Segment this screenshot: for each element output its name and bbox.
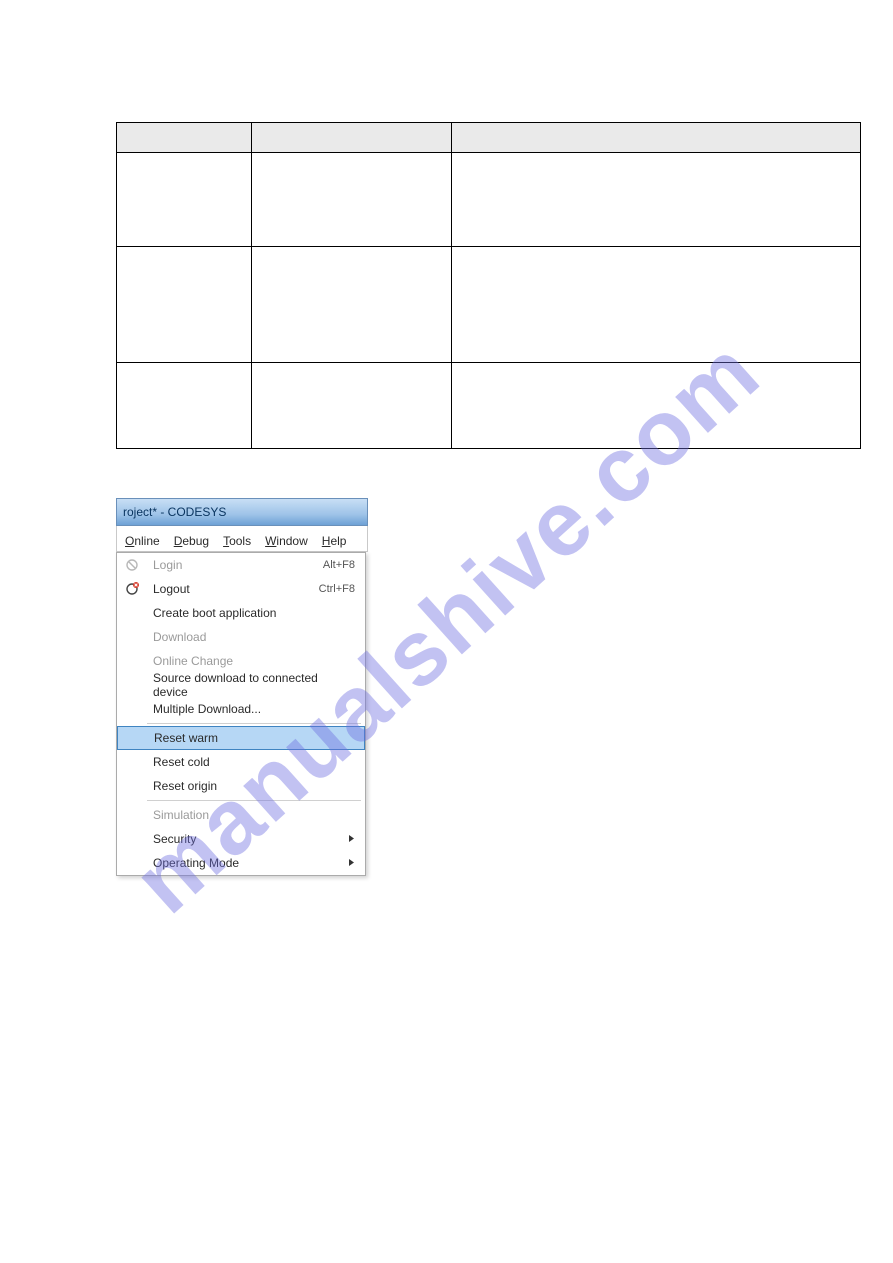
app-screenshot: roject* - CODESYS Online Debug Tools Win… [116, 498, 368, 876]
menu-item-label: Login [153, 558, 182, 572]
menu-item-label: Operating Mode [153, 856, 239, 870]
menu-tools[interactable]: Tools [223, 534, 251, 548]
menu-item-source-download[interactable]: Source download to connected device [117, 673, 365, 697]
menu-item-reset-warm[interactable]: Reset warm [117, 726, 365, 750]
table-header-row [117, 123, 861, 153]
menu-item-shortcut: Alt+F8 [323, 559, 355, 571]
menu-item-label: Create boot application [153, 606, 276, 620]
submenu-arrow-icon [348, 856, 355, 870]
menu-item-label: Reset warm [154, 731, 218, 745]
table-row [117, 363, 861, 449]
menu-item-create-boot-application[interactable]: Create boot application [117, 601, 365, 625]
menu-item-multiple-download[interactable]: Multiple Download... [117, 697, 365, 721]
table-header-1 [117, 123, 252, 153]
menu-item-label: Reset origin [153, 779, 217, 793]
table-header-3 [452, 123, 861, 153]
menu-item-operating-mode[interactable]: Operating Mode [117, 851, 365, 875]
online-menu-dropdown: Login Alt+F8 Logout Ctrl+F8 Create boot … [116, 552, 366, 876]
menu-item-security[interactable]: Security [117, 827, 365, 851]
menu-item-login[interactable]: Login Alt+F8 [117, 553, 365, 577]
menu-online[interactable]: Online [125, 534, 160, 548]
menu-item-label: Online Change [153, 654, 233, 668]
menu-item-label: Source download to connected device [153, 671, 355, 699]
menu-window[interactable]: Window [265, 534, 308, 548]
menu-bar: Online Debug Tools Window Help [116, 530, 368, 552]
menu-item-reset-origin[interactable]: Reset origin [117, 774, 365, 798]
menu-item-download[interactable]: Download [117, 625, 365, 649]
menu-item-logout[interactable]: Logout Ctrl+F8 [117, 577, 365, 601]
logout-icon [123, 580, 141, 598]
menu-item-shortcut: Ctrl+F8 [319, 583, 355, 595]
menu-item-label: Security [153, 832, 196, 846]
table-row [117, 153, 861, 247]
menu-item-label: Logout [153, 582, 190, 596]
menu-item-label: Simulation [153, 808, 209, 822]
data-table [116, 122, 861, 449]
menu-separator [147, 800, 361, 801]
menu-item-label: Multiple Download... [153, 702, 261, 716]
table-header-2 [252, 123, 452, 153]
menu-help[interactable]: Help [322, 534, 347, 548]
menu-debug[interactable]: Debug [174, 534, 209, 548]
menu-separator [147, 723, 361, 724]
login-icon [123, 556, 141, 574]
menu-item-online-change[interactable]: Online Change [117, 649, 365, 673]
window-title: roject* - CODESYS [123, 505, 226, 519]
window-title-bar: roject* - CODESYS [116, 498, 368, 526]
menu-item-label: Download [153, 630, 206, 644]
menu-item-label: Reset cold [153, 755, 210, 769]
table-row [117, 247, 861, 363]
menu-item-simulation[interactable]: Simulation [117, 803, 365, 827]
submenu-arrow-icon [348, 832, 355, 846]
menu-item-reset-cold[interactable]: Reset cold [117, 750, 365, 774]
